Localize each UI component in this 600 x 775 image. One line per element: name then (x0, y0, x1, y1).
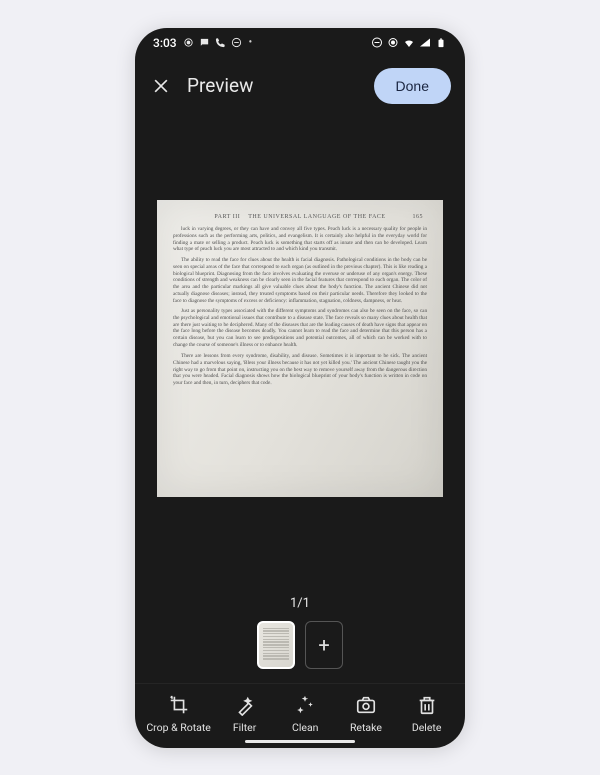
scan-paragraph: There are lessons from every syndrome, d… (173, 353, 427, 387)
delete-button[interactable]: Delete (400, 694, 454, 734)
app-header: Preview Done (135, 58, 465, 114)
status-time: 3:03 (153, 36, 177, 50)
clean-button[interactable]: Clean (278, 694, 332, 734)
signal-icon (419, 37, 431, 49)
close-icon (151, 76, 171, 96)
scan-page-number: 165 (413, 214, 424, 220)
retake-label: Retake (350, 721, 382, 734)
phone-frame: 3:03 • (135, 28, 465, 748)
crop-rotate-icon (168, 694, 190, 716)
retake-icon (355, 694, 377, 716)
thumbnail-strip: + (135, 621, 465, 683)
retake-button[interactable]: Retake (339, 694, 393, 734)
filter-button[interactable]: Filter (218, 694, 272, 734)
plus-icon: + (318, 633, 329, 657)
wifi-icon (403, 37, 415, 49)
thumbnail-preview (263, 628, 289, 662)
scan-header-part: PART III (214, 214, 240, 220)
close-button[interactable] (149, 74, 173, 98)
scan-paragraph: luck in varying degrees, or they can hav… (173, 226, 427, 253)
dnd-icon (231, 37, 243, 49)
battery-icon (435, 37, 447, 49)
page-title: Preview (187, 74, 360, 97)
filter-label: Filter (233, 721, 256, 734)
add-page-button[interactable]: + (305, 621, 343, 669)
status-overflow-dot: • (249, 37, 253, 48)
scan-paragraph: The ability to read the face for clues a… (173, 257, 427, 304)
status-bar: 3:03 • (135, 28, 465, 58)
phone-icon (215, 37, 227, 49)
record-icon (183, 37, 195, 49)
crop-rotate-label: Crop & Rotate (146, 721, 211, 734)
scan-header-title: THE UNIVERSAL LANGUAGE OF THE FACE (248, 214, 385, 220)
delete-icon (416, 694, 438, 716)
page-counter: 1/1 (135, 580, 465, 621)
record-dot-icon (387, 37, 399, 49)
chat-icon (199, 37, 211, 49)
page-thumbnail[interactable] (257, 621, 295, 669)
dnd-circle-icon (371, 37, 383, 49)
status-notif-icons (183, 37, 243, 49)
clean-icon (294, 694, 316, 716)
delete-label: Delete (412, 721, 442, 734)
filter-icon (234, 694, 256, 716)
bottom-toolbar: Crop & Rotate Filter Clean Retake Delete (135, 683, 465, 748)
clean-label: Clean (292, 721, 318, 734)
home-indicator[interactable] (245, 740, 355, 743)
crop-rotate-button[interactable]: Crop & Rotate (146, 694, 211, 734)
preview-area: PART III THE UNIVERSAL LANGUAGE OF THE F… (135, 114, 465, 580)
scanned-page[interactable]: PART III THE UNIVERSAL LANGUAGE OF THE F… (157, 200, 443, 497)
scan-paragraph: Just as personality types associated wit… (173, 308, 427, 349)
done-button[interactable]: Done (374, 68, 451, 104)
